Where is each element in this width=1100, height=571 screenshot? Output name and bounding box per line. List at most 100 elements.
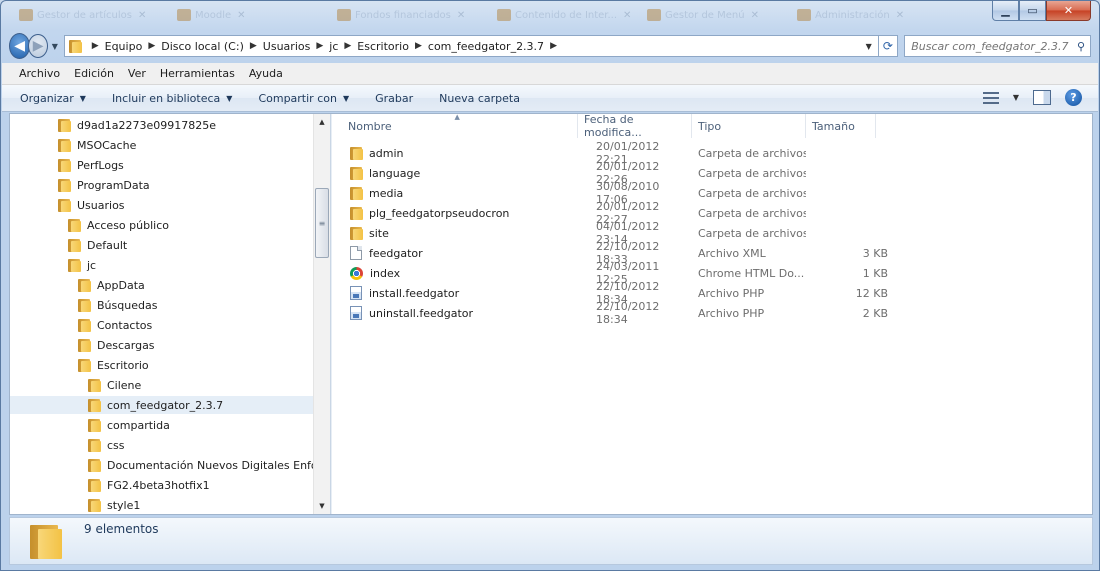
breadcrumb-equipo[interactable]: Equipo xyxy=(105,40,143,53)
file-name: feedgator xyxy=(369,246,423,260)
php-file-icon xyxy=(350,306,362,320)
nav-item-label: Default xyxy=(87,238,128,252)
file-name-cell: site xyxy=(332,226,578,240)
maximize-button[interactable]: ▭ xyxy=(1019,1,1046,21)
arrow-right-icon: ▶ xyxy=(32,38,44,54)
search-icon[interactable]: ⚲ xyxy=(1072,40,1090,53)
recent-pages-dropdown[interactable]: ▼ xyxy=(50,42,60,51)
menu-edicion[interactable]: Edición xyxy=(67,67,121,80)
file-name-cell: index xyxy=(332,266,578,280)
title-bar: Gestor de artículos ✕ Moodle ✕ Fondos fina… xyxy=(1,1,1099,29)
close-button[interactable]: ✕ xyxy=(1046,1,1091,21)
nav-item-label: ProgramData xyxy=(77,178,150,192)
file-name-cell: language xyxy=(332,166,578,180)
nav-item-label: compartida xyxy=(107,418,170,432)
nav-item[interactable]: com_feedgator_2.3.7 xyxy=(10,396,313,414)
folder-icon xyxy=(88,458,101,472)
menu-ver[interactable]: Ver xyxy=(121,67,153,80)
nav-item-label: Contactos xyxy=(97,318,153,332)
preview-pane-icon[interactable] xyxy=(1033,90,1051,105)
nav-item[interactable]: Usuarios xyxy=(58,196,125,214)
nav-item[interactable]: Documentación Nuevos Digitales Enfoque xyxy=(88,456,330,474)
file-name: plg_feedgatorpseudocron xyxy=(369,206,510,220)
nav-item[interactable]: ProgramData xyxy=(58,176,150,194)
include-in-library-button[interactable]: Incluir en biblioteca ▼ xyxy=(112,92,233,105)
file-name: site xyxy=(369,226,389,240)
breadcrumb-jc[interactable]: jc xyxy=(329,40,338,53)
explorer-window: Gestor de artículos ✕ Moodle ✕ Fondos fina… xyxy=(0,0,1100,571)
address-dropdown-icon[interactable]: ▼ xyxy=(860,42,878,51)
nav-item[interactable]: Descargas xyxy=(78,336,155,354)
search-input[interactable] xyxy=(911,39,1072,53)
nav-item[interactable]: MSOCache xyxy=(58,136,136,154)
nav-item-label: Búsquedas xyxy=(97,298,158,312)
nav-item[interactable]: Acceso público xyxy=(68,216,169,234)
navigation-scrollbar[interactable]: ▲ ≡ ▼ xyxy=(313,114,330,514)
file-name-cell: install.feedgator xyxy=(332,286,578,300)
scroll-down-icon[interactable]: ▼ xyxy=(314,498,330,514)
folder-icon xyxy=(350,186,363,200)
nav-item[interactable]: Contactos xyxy=(78,316,152,334)
nav-item[interactable]: style1 xyxy=(88,496,140,514)
column-header-type[interactable]: Tipo xyxy=(692,114,806,138)
share-with-button[interactable]: Compartir con ▼ xyxy=(258,92,349,105)
background-tab: Moodle ✕ xyxy=(171,5,252,25)
nav-item[interactable]: Cilene xyxy=(88,376,141,394)
nav-item[interactable]: Escritorio xyxy=(78,356,149,374)
search-box[interactable]: ⚲ xyxy=(904,35,1091,57)
refresh-button[interactable]: ⟳ xyxy=(878,35,899,57)
chevron-right-icon[interactable]: ▶ xyxy=(250,41,257,51)
nav-item[interactable]: jc xyxy=(68,256,96,274)
nav-item[interactable]: Default xyxy=(68,236,127,254)
downloads-folder-icon xyxy=(78,338,91,352)
scrollbar-thumb[interactable]: ≡ xyxy=(315,188,329,258)
main-panes: d9ad1a2273e09917825e MSOCache PerfLogs Prog… xyxy=(9,113,1093,515)
menu-herramientas[interactable]: Herramientas xyxy=(153,67,242,80)
forward-button[interactable]: ▶ xyxy=(28,34,49,58)
nav-item[interactable]: compartida xyxy=(88,416,170,434)
share-with-label: Compartir con xyxy=(258,91,337,105)
scroll-up-icon[interactable]: ▲ xyxy=(314,114,330,130)
back-button[interactable]: ◀ xyxy=(9,33,31,59)
menu-archivo[interactable]: Archivo xyxy=(12,67,67,80)
new-folder-button[interactable]: Nueva carpeta xyxy=(439,92,520,105)
minimize-icon: ▁ xyxy=(1001,4,1010,17)
chevron-right-icon[interactable]: ▶ xyxy=(344,41,351,51)
nav-item[interactable]: d9ad1a2273e09917825e xyxy=(58,116,216,134)
chevron-down-icon[interactable]: ▼ xyxy=(1013,93,1019,102)
address-bar[interactable]: ▶ Equipo ▶ Disco local (C:) ▶ Usuarios ▶ jc… xyxy=(63,35,879,57)
organize-button[interactable]: Organizar ▼ xyxy=(20,92,86,105)
nav-item[interactable]: AppData xyxy=(78,276,145,294)
breadcrumb-disco-local[interactable]: Disco local (C:) xyxy=(161,40,244,53)
file-list: ▲ Nombre Fecha de modifica... Tipo Tamaño… xyxy=(332,113,1092,514)
breadcrumb-current-folder[interactable]: com_feedgator_2.3.7 xyxy=(428,40,544,53)
folder-icon xyxy=(58,178,71,192)
breadcrumb-escritorio[interactable]: Escritorio xyxy=(357,40,409,53)
nav-item[interactable]: PerfLogs xyxy=(58,156,124,174)
column-header-size[interactable]: Tamaño xyxy=(806,114,876,138)
folder-icon xyxy=(88,438,101,452)
menu-ayuda[interactable]: Ayuda xyxy=(242,67,290,80)
help-icon[interactable]: ? xyxy=(1065,89,1082,106)
folder-icon xyxy=(350,166,363,180)
column-header-name[interactable]: ▲ Nombre xyxy=(332,113,578,138)
file-name: admin xyxy=(369,146,404,160)
minimize-button[interactable]: ▁ xyxy=(992,1,1019,21)
file-row[interactable]: uninstall.feedgator 22/10/2012 18:34 Archi… xyxy=(332,300,888,326)
folder-icon xyxy=(350,146,363,160)
nav-item[interactable]: Búsquedas xyxy=(78,296,157,314)
chevron-right-icon[interactable]: ▶ xyxy=(148,41,155,51)
nav-item[interactable]: css xyxy=(88,436,125,454)
chevron-down-icon: ▼ xyxy=(226,93,233,103)
folder-icon xyxy=(68,238,81,252)
burn-button[interactable]: Grabar xyxy=(375,92,413,105)
view-options-icon[interactable] xyxy=(982,91,999,105)
file-name-cell: uninstall.feedgator xyxy=(332,306,578,320)
nav-item[interactable]: FG2.4beta3hotfix1 xyxy=(88,476,210,494)
breadcrumb-usuarios[interactable]: Usuarios xyxy=(263,40,311,53)
chevron-right-icon[interactable]: ▶ xyxy=(550,41,557,51)
column-header-date[interactable]: Fecha de modifica... xyxy=(578,113,692,139)
chevron-right-icon[interactable]: ▶ xyxy=(415,41,422,51)
chevron-right-icon[interactable]: ▶ xyxy=(316,41,323,51)
nav-item-label: Acceso público xyxy=(87,218,169,232)
